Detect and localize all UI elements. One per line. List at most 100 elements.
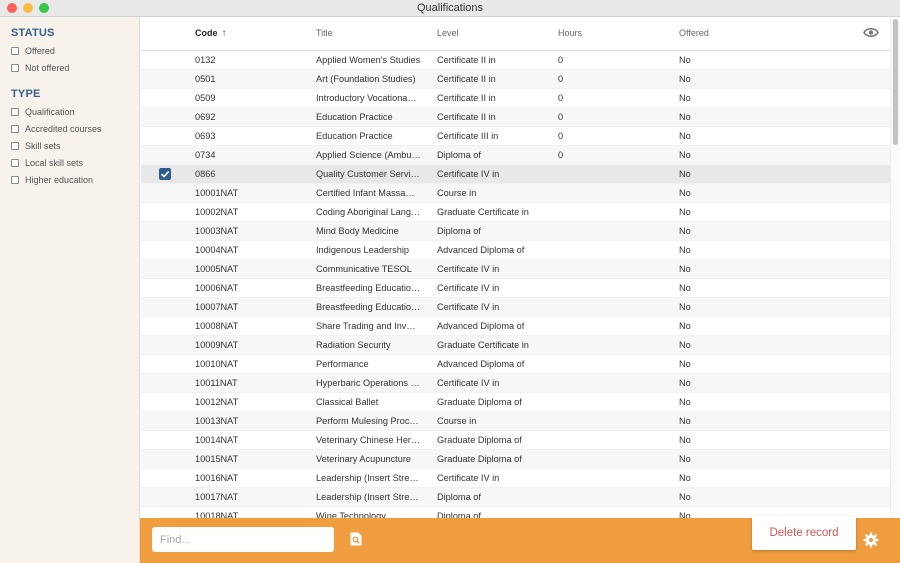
cell-title: Perform Mulesing Proc…	[316, 416, 419, 426]
table-row[interactable]: 10015NAT Veterinary Acupuncture Graduate D…	[141, 450, 890, 469]
sort-ascending-icon[interactable]: ↑	[222, 28, 227, 39]
filter-local-skill-sets[interactable]: Local skill sets	[11, 154, 139, 171]
cell-title: Introductory Vocationa…	[316, 93, 417, 103]
cell-offered: No	[679, 473, 691, 483]
cell-offered: No	[679, 207, 691, 217]
table-body: 0132 Applied Women's Studies Certificate I…	[141, 51, 890, 518]
cell-title: Veterinary Acupuncture	[316, 454, 411, 464]
table-row[interactable]: 10007NAT Breastfeeding Educatio… Certifica…	[141, 298, 890, 317]
row-checkbox[interactable]	[159, 168, 171, 180]
table-row[interactable]: 10008NAT Share Trading and Inv… Advanced D…	[141, 317, 890, 336]
cell-code: 10006NAT	[195, 283, 239, 293]
cell-offered: No	[679, 226, 691, 236]
qualifications-table: Code ↑ Title Level Hours Offered 0132 Appl…	[141, 17, 900, 518]
delete-record-button[interactable]: Delete record	[752, 516, 856, 550]
table-row[interactable]: 0734 Applied Science (Ambu… Diploma of 0 No	[141, 146, 890, 165]
minimize-window-button[interactable]	[23, 3, 33, 13]
search-icon[interactable]	[349, 532, 363, 546]
cell-code: 10016NAT	[195, 473, 239, 483]
cell-level: Course in	[437, 416, 477, 426]
table-row[interactable]: 0692 Education Practice Certificate II in 0…	[141, 108, 890, 127]
vertical-scrollbar[interactable]	[890, 17, 900, 518]
cell-title: Quality Customer Servi…	[316, 169, 420, 179]
cell-code: 10001NAT	[195, 188, 239, 198]
cell-level: Diploma of	[437, 511, 481, 518]
checkbox[interactable]	[11, 124, 19, 133]
table-row[interactable]: 10004NAT Indigenous Leadership Advanced Di…	[141, 241, 890, 260]
cell-title: Indigenous Leadership	[316, 245, 409, 255]
scrollbar-thumb[interactable]	[893, 19, 898, 145]
column-header-code[interactable]: Code ↑	[195, 28, 227, 39]
checkbox[interactable]	[11, 63, 19, 72]
table-row[interactable]: 10013NAT Perform Mulesing Proc… Course in N…	[141, 412, 890, 431]
cell-title: Leadership (Insert Stre…	[316, 473, 419, 483]
filter-label: Local skill sets	[25, 157, 84, 168]
cell-level: Diploma of	[437, 150, 481, 160]
checkbox[interactable]	[11, 175, 19, 184]
table-row[interactable]: 10005NAT Communicative TESOL Certificate I…	[141, 260, 890, 279]
table-row[interactable]: 0132 Applied Women's Studies Certificate I…	[141, 51, 890, 70]
filter-accredited-courses[interactable]: Accredited courses	[11, 120, 139, 137]
table-row[interactable]: 10010NAT Performance Advanced Diploma of No	[141, 355, 890, 374]
checkbox[interactable]	[11, 158, 19, 167]
eye-icon[interactable]	[863, 27, 879, 38]
filter-label: Accredited courses	[25, 123, 102, 134]
filter-skill-sets[interactable]: Skill sets	[11, 137, 139, 154]
filter-offered[interactable]: Offered	[11, 42, 139, 59]
cell-offered: No	[679, 416, 691, 426]
table-row[interactable]: 10014NAT Veterinary Chinese Her… Graduate …	[141, 431, 890, 450]
table-row[interactable]: 10009NAT Radiation Security Graduate Certi…	[141, 336, 890, 355]
table-row[interactable]: 10017NAT Leadership (Insert Stre… Diploma …	[141, 488, 890, 507]
filter-label: Offered	[25, 45, 55, 56]
table-row[interactable]: 10001NAT Certified Infant Massa… Course in…	[141, 184, 890, 203]
close-window-button[interactable]	[7, 3, 17, 13]
filter-qualification[interactable]: Qualification	[11, 103, 139, 120]
cell-offered: No	[679, 74, 691, 84]
cell-offered: No	[679, 454, 691, 464]
table-row[interactable]: 0509 Introductory Vocationa… Certificate I…	[141, 89, 890, 108]
cell-level: Certificate IV in	[437, 473, 500, 483]
filter-label: Higher education	[25, 174, 94, 185]
cell-level: Diploma of	[437, 226, 481, 236]
cell-offered: No	[679, 169, 691, 179]
cell-code: 0734	[195, 150, 216, 160]
find-input[interactable]	[152, 527, 334, 552]
status-section-title: STATUS	[11, 27, 55, 39]
column-header-hours[interactable]: Hours	[558, 28, 582, 38]
cell-offered: No	[679, 55, 691, 65]
column-header-title[interactable]: Title	[316, 28, 333, 38]
cell-level: Advanced Diploma of	[437, 321, 525, 331]
cell-offered: No	[679, 283, 691, 293]
column-header-offered[interactable]: Offered	[679, 28, 709, 38]
zoom-window-button[interactable]	[39, 3, 49, 13]
cell-title: Applied Women's Studies	[316, 55, 421, 65]
cell-level: Certificate III in	[437, 131, 499, 141]
table-row[interactable]: 10002NAT Coding Aboriginal Lang… Graduate …	[141, 203, 890, 222]
cell-title: Certified Infant Massa…	[316, 188, 415, 198]
table-row[interactable]: 10011NAT Hyperbaric Operations … Certifica…	[141, 374, 890, 393]
table-row[interactable]: 0693 Education Practice Certificate III in…	[141, 127, 890, 146]
table-row[interactable]: 10016NAT Leadership (Insert Stre… Certific…	[141, 469, 890, 488]
table-row[interactable]: 10006NAT Breastfeeding Educatio… Certifica…	[141, 279, 890, 298]
table-row[interactable]: 0501 Art (Foundation Studies) Certificate …	[141, 70, 890, 89]
checkbox[interactable]	[11, 141, 19, 150]
cell-title: Performance	[316, 359, 369, 369]
table-row[interactable]: 10012NAT Classical Ballet Graduate Diploma…	[141, 393, 890, 412]
filter-not-offered[interactable]: Not offered	[11, 59, 139, 76]
cell-title: Veterinary Chinese Her…	[316, 435, 421, 445]
column-header-level[interactable]: Level	[437, 28, 459, 38]
cell-code: 0501	[195, 74, 216, 84]
cell-title: Communicative TESOL	[316, 264, 412, 274]
table-header: Code ↑ Title Level Hours Offered	[141, 17, 890, 51]
table-row[interactable]: 10003NAT Mind Body Medicine Diploma of No	[141, 222, 890, 241]
cell-offered: No	[679, 188, 691, 198]
filter-higher-education[interactable]: Higher education	[11, 171, 139, 188]
checkbox[interactable]	[11, 107, 19, 116]
gear-icon[interactable]	[863, 532, 879, 548]
cell-level: Certificate IV in	[437, 169, 500, 179]
cell-level: Graduate Diploma of	[437, 397, 522, 407]
checkbox[interactable]	[11, 46, 19, 55]
cell-title: Wine Technology	[316, 511, 386, 518]
table-row[interactable]: 0866 Quality Customer Servi… Certificate I…	[141, 165, 890, 184]
cell-code: 10007NAT	[195, 302, 239, 312]
